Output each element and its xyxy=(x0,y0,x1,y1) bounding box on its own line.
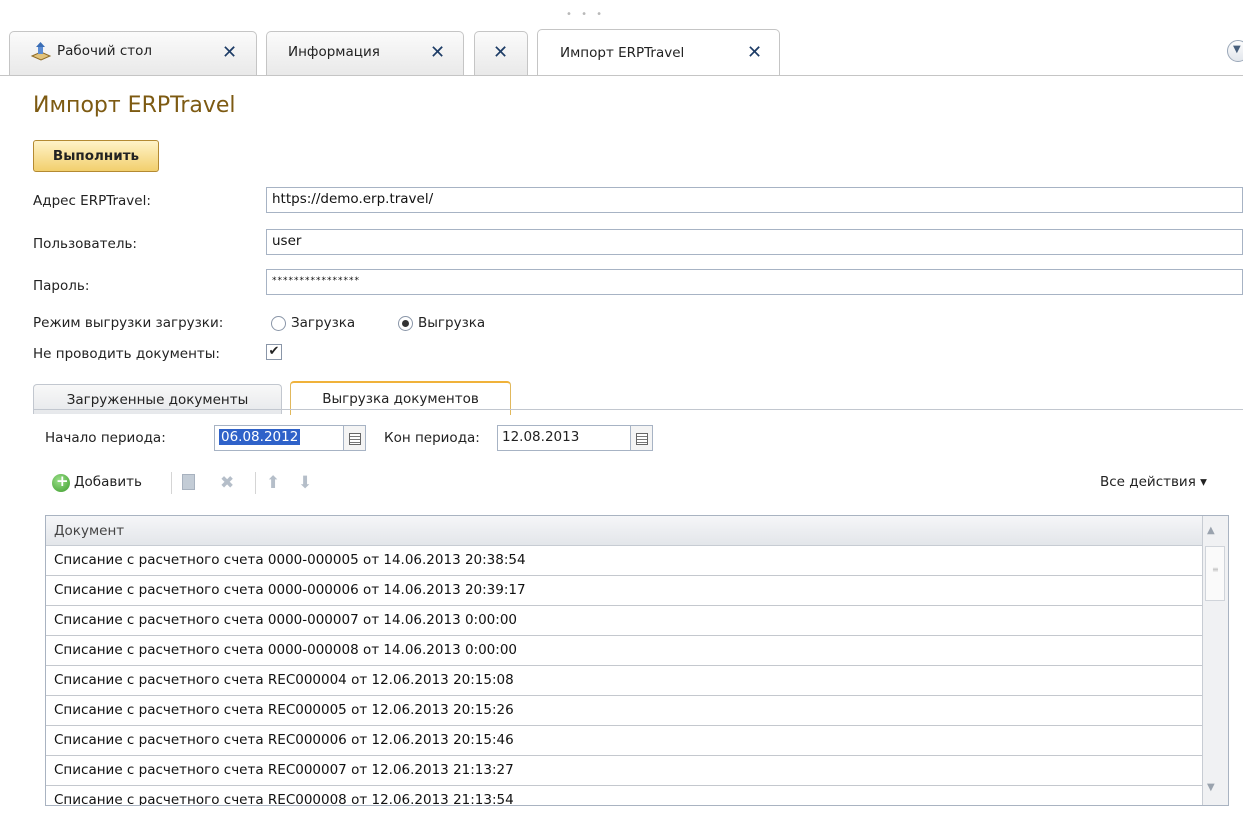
copy-icon[interactable] xyxy=(182,474,195,490)
add-icon[interactable] xyxy=(52,472,70,492)
password-input[interactable]: **************** xyxy=(266,269,1243,295)
radio-upload-label: Выгрузка xyxy=(418,315,486,331)
scroll-down-icon[interactable]: ▼ xyxy=(1207,782,1215,793)
tab-desktop[interactable]: Рабочий стол ✕ xyxy=(9,31,257,75)
table-row[interactable]: Списание с расчетного счета REC000008 от… xyxy=(46,786,1202,805)
all-actions-menu[interactable]: Все действия ▾ xyxy=(1100,474,1207,490)
tabs-menu-button[interactable]: ▼ xyxy=(1227,40,1243,62)
table-row[interactable]: Списание с расчетного счета REC000004 от… xyxy=(46,666,1202,696)
address-input[interactable]: https://demo.erp.travel/ xyxy=(266,187,1243,213)
mode-label: Режим выгрузки загрузки: xyxy=(33,315,224,331)
close-icon[interactable]: ✕ xyxy=(747,44,762,62)
no-post-checkbox[interactable]: ✔ xyxy=(266,344,282,360)
password-label: Пароль: xyxy=(33,278,90,294)
period-start-input[interactable]: 06.08.2012 xyxy=(214,425,344,451)
tab-empty[interactable]: ✕ xyxy=(474,31,528,75)
tab-import[interactable]: Импорт ERPTravel ✕ xyxy=(537,29,780,76)
delete-icon[interactable]: ✖ xyxy=(220,474,234,492)
scrollbar-thumb[interactable]: ≡ xyxy=(1205,546,1225,601)
close-icon[interactable]: ✕ xyxy=(430,44,445,62)
table-row[interactable]: Списание с расчетного счета REC000007 от… xyxy=(46,756,1202,786)
tab-info-label: Информация xyxy=(288,44,380,60)
tab-import-label: Импорт ERPTravel xyxy=(560,45,685,61)
vertical-scrollbar[interactable]: ▲ ≡ ▼ xyxy=(1202,516,1228,805)
toolbar-separator xyxy=(171,472,172,494)
toolbar-separator xyxy=(255,472,256,494)
calendar-icon[interactable] xyxy=(344,425,366,451)
calendar-icon[interactable] xyxy=(631,425,653,451)
grip-icon: ≡ xyxy=(1212,565,1219,574)
no-post-label: Не проводить документы: xyxy=(33,346,220,362)
radio-upload[interactable] xyxy=(398,316,413,331)
page-title: Импорт ERPTravel xyxy=(33,93,236,118)
tab-desktop-label: Рабочий стол xyxy=(57,43,152,59)
chevron-down-icon: ▼ xyxy=(1233,44,1241,55)
table-row[interactable]: Списание с расчетного счета 0000-000006 … xyxy=(46,576,1202,606)
move-up-icon[interactable]: ⬆ xyxy=(266,474,280,492)
add-button[interactable]: Добавить xyxy=(74,474,142,490)
user-label: Пользователь: xyxy=(33,236,137,252)
period-end-input[interactable]: 12.08.2013 xyxy=(497,425,631,451)
table-row[interactable]: Списание с расчетного счета REC000006 от… xyxy=(46,726,1202,756)
inner-tab-divider xyxy=(33,409,1243,410)
drag-grip[interactable]: • • • xyxy=(566,9,605,20)
table-row[interactable]: Списание с расчетного счета 0000-000007 … xyxy=(46,606,1202,636)
radio-load-label: Загрузка xyxy=(291,315,356,331)
close-icon[interactable]: ✕ xyxy=(493,44,508,62)
desktop-icon xyxy=(30,42,52,61)
move-down-icon[interactable]: ⬇ xyxy=(298,474,312,492)
period-start-label: Начало периода: xyxy=(45,430,166,446)
table-row[interactable]: Списание с расчетного счета 0000-000008 … xyxy=(46,636,1202,666)
check-icon: ✔ xyxy=(268,344,280,359)
close-icon[interactable]: ✕ xyxy=(222,44,237,62)
tab-info[interactable]: Информация ✕ xyxy=(266,31,464,75)
table-row[interactable]: Списание с расчетного счета REC000005 от… xyxy=(46,696,1202,726)
period-start-value: 06.08.2012 xyxy=(219,429,301,445)
tab-divider xyxy=(0,75,1243,76)
period-end-label: Кон периода: xyxy=(384,430,480,446)
address-label: Адрес ERPTravel: xyxy=(33,193,151,209)
window-tab-strip: • • • Рабочий стол ✕ Информация ✕ ✕ Импо… xyxy=(0,0,1243,76)
column-header-document[interactable]: Документ xyxy=(46,516,1202,546)
documents-table: Документ Списание с расчетного счета 000… xyxy=(45,515,1229,806)
scroll-up-icon[interactable]: ▲ xyxy=(1207,525,1215,536)
user-input[interactable]: user xyxy=(266,229,1243,255)
execute-button[interactable]: Выполнить xyxy=(33,140,159,172)
table-rows: Списание с расчетного счета 0000-000005 … xyxy=(46,546,1202,805)
radio-load[interactable] xyxy=(271,316,286,331)
table-row[interactable]: Списание с расчетного счета 0000-000005 … xyxy=(46,546,1202,576)
